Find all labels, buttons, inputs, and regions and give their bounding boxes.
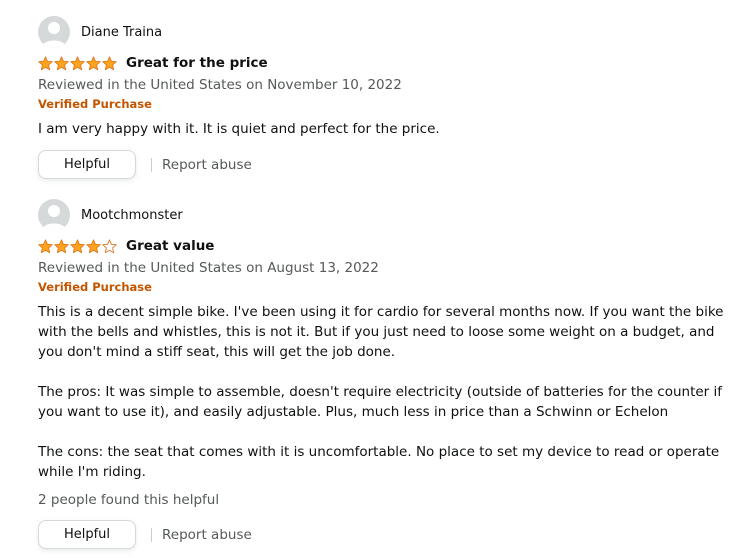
star-filled-icon — [38, 55, 53, 70]
star-filled-icon — [86, 238, 101, 253]
report-abuse-link[interactable]: Report abuse — [162, 157, 252, 173]
reviewer-profile[interactable]: Diane Traina — [38, 16, 726, 48]
star-rating[interactable] — [38, 238, 117, 254]
helpful-button[interactable]: Helpful — [38, 520, 136, 549]
avatar-icon — [38, 16, 70, 48]
review: Diane Traina Great for the price Reviewe… — [38, 16, 726, 179]
review-paragraph: I am very happy with it. It is quiet and… — [38, 121, 440, 137]
review-paragraph: The pros: It was simple to assemble, doe… — [38, 384, 723, 420]
star-filled-icon — [70, 55, 85, 70]
star-filled-icon — [70, 238, 85, 253]
review-paragraph: The cons: the seat that comes with it is… — [38, 444, 720, 480]
divider — [151, 157, 152, 172]
review-title[interactable]: Great value — [126, 238, 214, 254]
review-date: Reviewed in the United States on August … — [38, 260, 379, 276]
helpful-button[interactable]: Helpful — [38, 150, 136, 179]
verified-purchase-badge: Verified Purchase — [38, 97, 152, 111]
star-filled-icon — [102, 55, 117, 70]
review-title[interactable]: Great for the price — [126, 55, 268, 71]
star-filled-icon — [54, 55, 69, 70]
verified-purchase-badge: Verified Purchase — [38, 280, 152, 294]
reviewer-name: Mootchmonster — [81, 207, 183, 223]
star-rating[interactable] — [38, 55, 117, 71]
star-empty-icon — [102, 238, 117, 253]
report-abuse-link[interactable]: Report abuse — [162, 527, 252, 543]
review-paragraph: This is a decent simple bike. I've been … — [38, 304, 724, 360]
review-body: This is a decent simple bike. I've been … — [38, 302, 728, 482]
star-filled-icon — [86, 55, 101, 70]
reviewer-profile[interactable]: Mootchmonster — [38, 199, 726, 231]
review-body: I am very happy with it. It is quiet and… — [38, 119, 728, 139]
avatar-icon — [38, 199, 70, 231]
review: Mootchmonster Great value Reviewed in th… — [38, 199, 726, 549]
divider — [151, 527, 152, 542]
star-filled-icon — [54, 238, 69, 253]
star-filled-icon — [38, 238, 53, 253]
review-date: Reviewed in the United States on Novembe… — [38, 77, 402, 93]
reviewer-name: Diane Traina — [81, 24, 163, 40]
helpful-count: 2 people found this helpful — [38, 492, 220, 508]
